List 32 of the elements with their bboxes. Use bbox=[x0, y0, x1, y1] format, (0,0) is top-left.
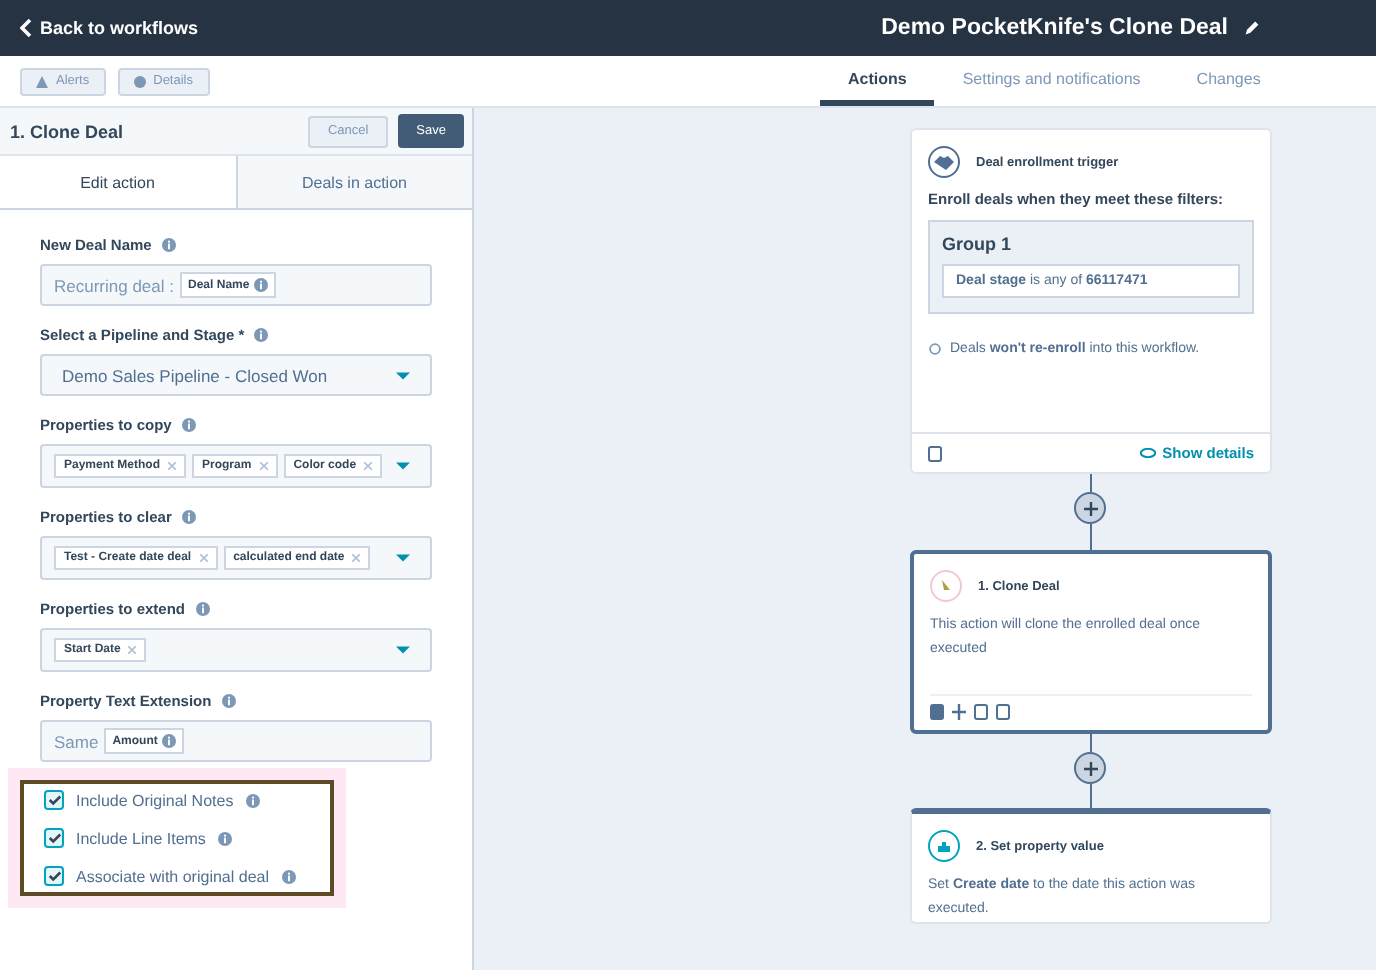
refresh-icon bbox=[928, 342, 942, 356]
add-step-button[interactable] bbox=[1074, 752, 1106, 784]
trash-icon[interactable] bbox=[996, 704, 1010, 720]
add-step-button[interactable] bbox=[1074, 492, 1106, 524]
workflow-title: Demo PocketKnife's Clone Deal bbox=[881, 16, 1228, 40]
checkmark-icon bbox=[47, 794, 61, 806]
plus-icon bbox=[1083, 501, 1097, 515]
checkbox-label: Include Line Items bbox=[76, 829, 206, 847]
move-icon[interactable] bbox=[952, 704, 966, 720]
caret-icon bbox=[396, 646, 410, 654]
chevron-left-icon bbox=[20, 18, 32, 38]
checkbox[interactable] bbox=[44, 866, 64, 886]
warning-icon bbox=[36, 75, 48, 87]
caret-icon bbox=[396, 554, 410, 562]
checkbox[interactable] bbox=[44, 790, 64, 810]
panel-tab[interactable]: Deals in action bbox=[235, 156, 472, 208]
checkmark-icon bbox=[47, 870, 61, 882]
checkbox[interactable] bbox=[44, 828, 64, 848]
clipboard-icon[interactable] bbox=[974, 704, 988, 720]
caret-icon bbox=[396, 371, 410, 379]
caret-icon bbox=[396, 462, 410, 470]
select-field[interactable]: Demo Sales Pipeline - Closed Won bbox=[40, 354, 432, 396]
group-title: Group 1 bbox=[942, 234, 1014, 254]
checkbox-label: Associate with original deal bbox=[76, 867, 269, 885]
clipboard-icon[interactable] bbox=[928, 445, 942, 461]
back-link[interactable]: Back to workflows bbox=[20, 18, 199, 38]
checkbox-label: Include Original Notes bbox=[76, 791, 234, 809]
panel-title: 1. Clone Deal bbox=[10, 121, 126, 141]
pencil-icon[interactable] bbox=[1244, 20, 1260, 36]
eye-icon bbox=[1140, 448, 1157, 458]
checkmark-icon bbox=[47, 832, 61, 844]
plus-icon bbox=[1083, 761, 1097, 775]
